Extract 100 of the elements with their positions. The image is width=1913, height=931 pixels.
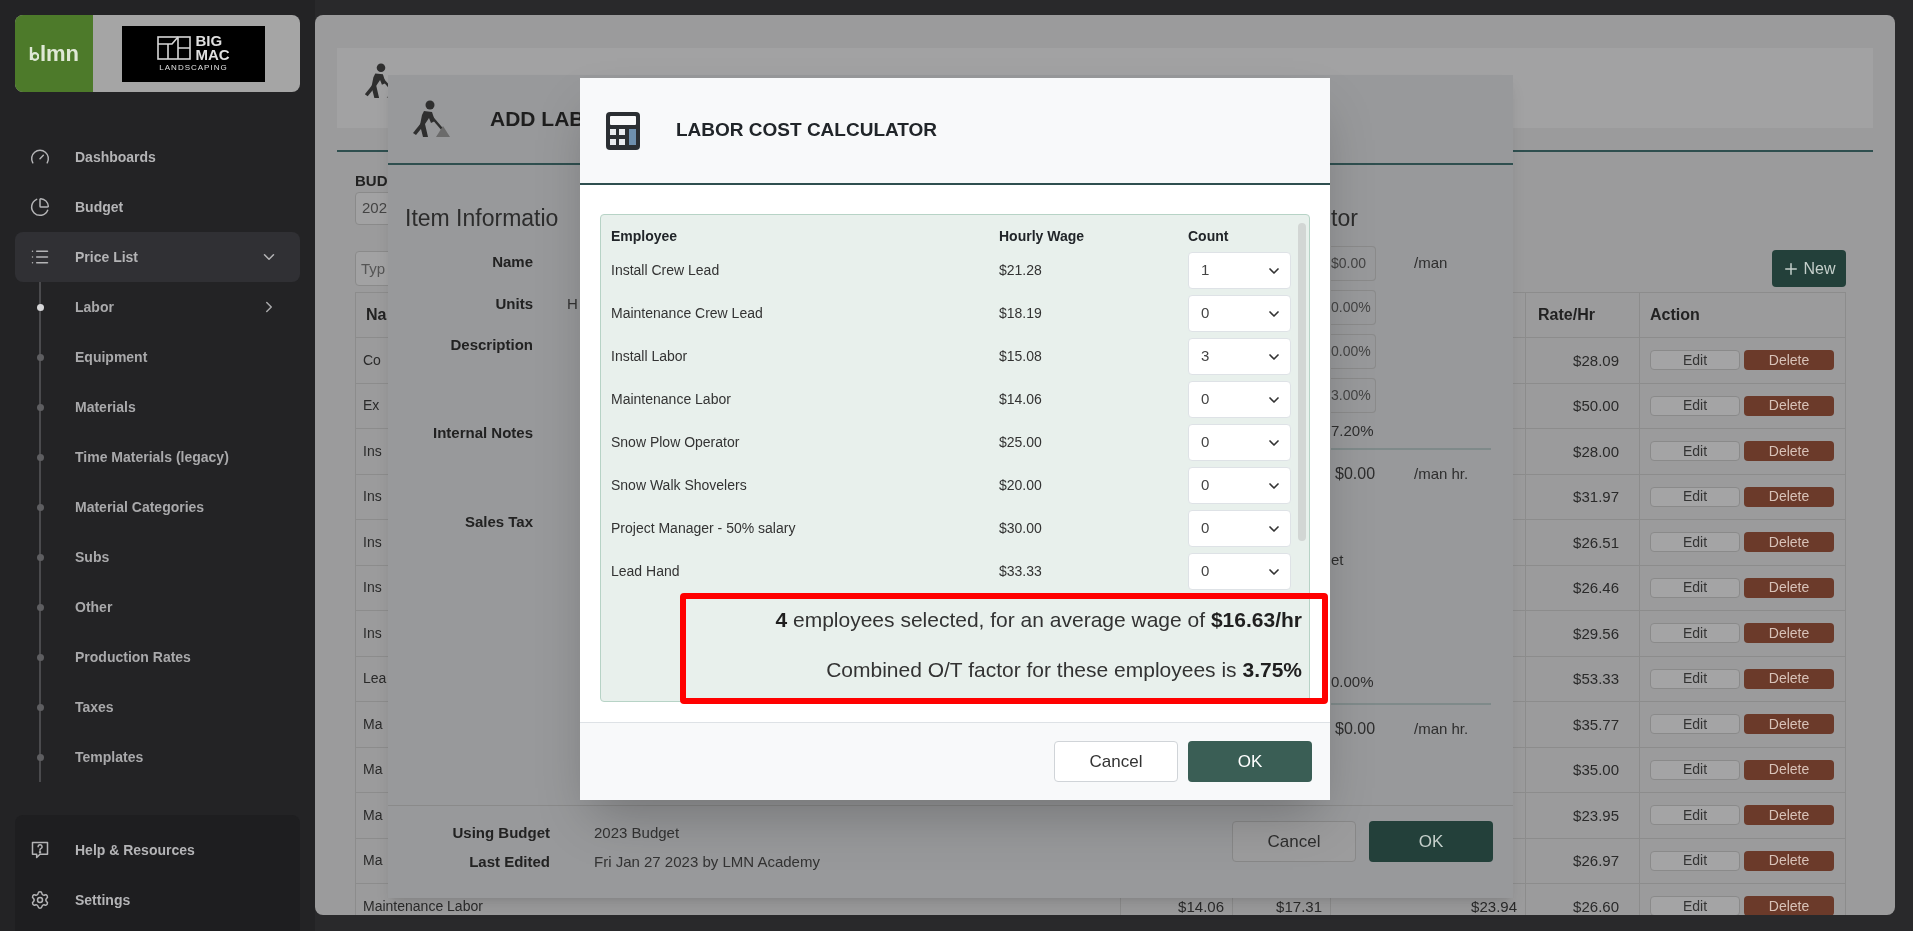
sidebar-item[interactable]: Price List <box>15 232 300 282</box>
sidebar-item[interactable]: Help & Resources <box>15 825 300 875</box>
section-title: Item Informatio <box>405 204 560 233</box>
table-cell: Ins <box>363 443 382 459</box>
edit-button[interactable]: Edit <box>1650 896 1740 915</box>
search-field[interactable]: Typ <box>355 251 391 286</box>
table-cell: $26.60 <box>1573 898 1619 914</box>
column-header: Count <box>1188 226 1230 246</box>
count-select[interactable]: 0 <box>1188 295 1291 332</box>
employee-name: Install Labor <box>611 347 689 366</box>
column-header: Rate/Hr <box>1538 305 1595 325</box>
delete-button[interactable]: Delete <box>1744 441 1834 462</box>
sidebar-item[interactable]: Dashboards <box>15 132 300 182</box>
count-select[interactable]: 1 <box>1188 252 1291 289</box>
edit-button[interactable]: Edit <box>1650 577 1740 598</box>
input-field[interactable]: 0.00% <box>1331 334 1376 369</box>
edit-button[interactable]: Edit <box>1650 623 1740 644</box>
count-select[interactable]: 0 <box>1188 381 1291 418</box>
input-field[interactable]: 3.00% <box>1331 378 1376 413</box>
delete-button[interactable]: Delete <box>1744 486 1834 507</box>
hourly-wage: $25.00 <box>999 433 1043 452</box>
value-text: 7.20% <box>1331 420 1374 441</box>
count-select[interactable]: 0 <box>1188 467 1291 504</box>
count-select[interactable]: 0 <box>1188 553 1291 590</box>
edit-button[interactable]: Edit <box>1650 532 1740 553</box>
field-value: H <box>567 293 578 314</box>
unit-label: /man hr. <box>1414 463 1469 484</box>
submenu-item[interactable]: Templates <box>15 732 300 782</box>
count-select[interactable]: 0 <box>1188 424 1291 461</box>
field-label: Name <box>491 251 533 272</box>
input-field[interactable]: 0.00% <box>1331 290 1376 325</box>
help-icon <box>30 840 50 860</box>
delete-button[interactable]: Delete <box>1744 577 1834 598</box>
unit-label: /man hr. <box>1414 718 1469 739</box>
settings-icon <box>30 890 50 910</box>
submenu-item[interactable]: Materials <box>15 382 300 432</box>
ok-button[interactable]: OK <box>1369 821 1493 862</box>
cancel-button[interactable]: Cancel <box>1232 821 1356 862</box>
ok-button[interactable]: OK <box>1188 741 1312 782</box>
table-cell: $14.06 <box>1178 898 1224 914</box>
lmn-logo[interactable]: lmn <box>15 15 93 92</box>
employee-name: Project Manager - 50% salary <box>611 519 797 538</box>
input-field[interactable]: $0.00 <box>1331 246 1376 281</box>
edit-button[interactable]: Edit <box>1650 805 1740 826</box>
edit-button[interactable]: Edit <box>1650 441 1740 462</box>
table-cell: Ex <box>363 398 380 414</box>
submenu-item[interactable]: Taxes <box>15 682 300 732</box>
budget-select[interactable]: 202 <box>355 192 391 225</box>
table-cell: $29.56 <box>1573 625 1619 641</box>
edit-button[interactable]: Edit <box>1650 486 1740 507</box>
cancel-button[interactable]: Cancel <box>1054 741 1178 782</box>
section-title: tor <box>1331 204 1359 233</box>
submenu-item[interactable]: Material Categories <box>15 482 300 532</box>
company-name-text: MAC <box>195 47 230 62</box>
delete-button[interactable]: Delete <box>1744 759 1834 780</box>
table-cell: Co <box>363 352 381 368</box>
pie-chart-icon <box>30 197 50 217</box>
sidebar-item[interactable]: Budget <box>15 182 300 232</box>
table-cell: $26.51 <box>1573 534 1619 550</box>
table-cell: Ma <box>363 853 383 869</box>
delete-button[interactable]: Delete <box>1744 896 1834 915</box>
dialog-title: LABOR COST CALCULATOR <box>676 118 938 143</box>
count-select[interactable]: 0 <box>1188 510 1291 547</box>
edit-button[interactable]: Edit <box>1650 850 1740 871</box>
delete-button[interactable]: Delete <box>1744 850 1834 871</box>
delete-button[interactable]: Delete <box>1744 805 1834 826</box>
delete-button[interactable]: Delete <box>1744 532 1834 553</box>
sidebar-item[interactable]: Settings <box>15 875 300 925</box>
edit-button[interactable]: Edit <box>1650 668 1740 689</box>
scrollbar[interactable] <box>1298 223 1306 541</box>
delete-button[interactable]: Delete <box>1744 668 1834 689</box>
table-cell: $28.00 <box>1573 443 1619 459</box>
table-cell: Maintenance Labor <box>363 898 483 914</box>
edit-button[interactable]: Edit <box>1650 759 1740 780</box>
info-value: Fri Jan 27 2023 by LMN Academy <box>594 852 820 873</box>
list-icon <box>30 247 50 267</box>
delete-button[interactable]: Delete <box>1744 623 1834 644</box>
column-header: Action <box>1650 305 1700 325</box>
submenu-item[interactable]: Labor <box>15 282 300 332</box>
total-value: $0.00 <box>1335 719 1376 739</box>
table-cell: Ins <box>363 580 382 596</box>
delete-button[interactable]: Delete <box>1744 714 1834 735</box>
delete-button[interactable]: Delete <box>1744 350 1834 371</box>
table-cell: $50.00 <box>1573 398 1619 414</box>
table-cell: $26.46 <box>1573 580 1619 596</box>
column-header: Na <box>366 305 387 325</box>
submenu-item[interactable]: Equipment <box>15 332 300 382</box>
new-button[interactable]: New <box>1772 250 1846 287</box>
edit-button[interactable]: Edit <box>1650 714 1740 735</box>
submenu-item[interactable]: Subs <box>15 532 300 582</box>
column-header: Hourly Wage <box>999 226 1086 246</box>
count-select[interactable]: 3 <box>1188 338 1291 375</box>
edit-button[interactable]: Edit <box>1650 350 1740 371</box>
delete-button[interactable]: Delete <box>1744 395 1834 416</box>
submenu-item[interactable]: Other <box>15 582 300 632</box>
edit-button[interactable]: Edit <box>1650 395 1740 416</box>
submenu-item[interactable]: Time Materials (legacy) <box>15 432 300 482</box>
submenu-item[interactable]: Production Rates <box>15 632 300 682</box>
table-cell: $35.00 <box>1573 762 1619 778</box>
info-value: 2023 Budget <box>594 823 680 844</box>
